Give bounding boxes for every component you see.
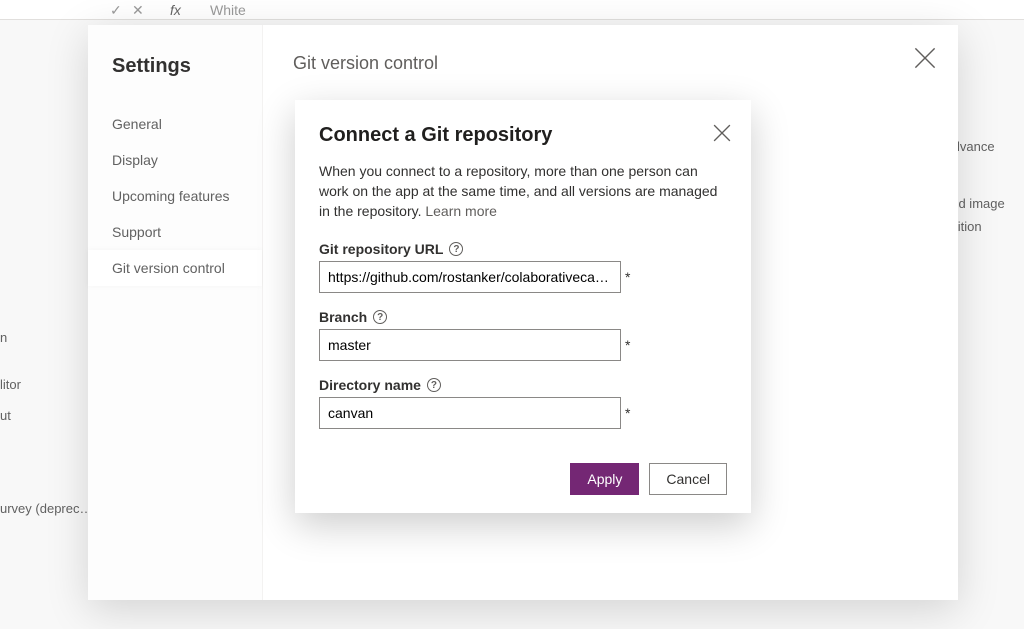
branch-input[interactable] <box>319 329 621 361</box>
dialog-actions: Apply Cancel <box>570 463 727 495</box>
info-icon[interactable]: ? <box>373 310 387 324</box>
sidebar-item-display[interactable]: Display <box>112 142 262 178</box>
directory-label: Directory name ? <box>319 377 727 393</box>
settings-main-title: Git version control <box>293 53 928 74</box>
required-mark: * <box>625 337 630 353</box>
repo-url-input[interactable] <box>319 261 621 293</box>
dialog-description: When you connect to a repository, more t… <box>319 161 727 221</box>
apply-button[interactable]: Apply <box>570 463 639 495</box>
close-icon <box>914 47 936 69</box>
close-icon <box>713 124 731 142</box>
directory-input[interactable] <box>319 397 621 429</box>
info-icon[interactable]: ? <box>427 378 441 392</box>
settings-title: Settings <box>112 55 262 78</box>
sidebar-item-support[interactable]: Support <box>112 214 262 250</box>
learn-more-link[interactable]: Learn more <box>425 203 497 219</box>
required-mark: * <box>625 405 630 421</box>
sidebar-item-git-version-control[interactable]: Git version control <box>88 250 262 286</box>
branch-label: Branch ? <box>319 309 727 325</box>
required-mark: * <box>625 269 630 285</box>
dialog-close-button[interactable] <box>713 124 731 142</box>
connect-git-dialog: Connect a Git repository When you connec… <box>295 100 751 513</box>
formula-cancel-icon: ✕ <box>132 2 144 19</box>
settings-close-button[interactable] <box>914 47 936 69</box>
cancel-button[interactable]: Cancel <box>649 463 727 495</box>
settings-sidebar: Settings General Display Upcoming featur… <box>88 25 263 600</box>
info-icon[interactable]: ? <box>449 242 463 256</box>
fx-label: fx <box>170 2 181 18</box>
sidebar-item-general[interactable]: General <box>112 106 262 142</box>
bg-left-pane: n litor ut urvey (deprec… <box>0 330 80 522</box>
formula-check-icon: ✓ <box>110 2 122 19</box>
repo-url-label: Git repository URL ? <box>319 241 727 257</box>
app-formula-bar: ✓ ✕ fx White <box>0 0 1024 20</box>
sidebar-item-upcoming-features[interactable]: Upcoming features <box>112 178 262 214</box>
fx-value: White <box>210 2 246 18</box>
dialog-title: Connect a Git repository <box>319 124 727 147</box>
